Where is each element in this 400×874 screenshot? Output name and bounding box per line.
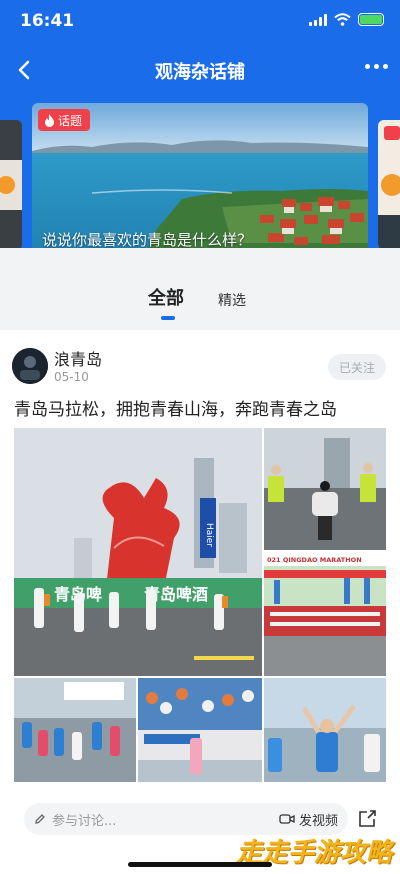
follow-button[interactable]: 已关注 — [328, 354, 386, 380]
post-video-label: 发视频 — [298, 813, 338, 829]
wifi-icon — [334, 13, 351, 26]
page-title: 观海杂话铺 — [155, 62, 245, 83]
status-bar: 16:41 — [0, 0, 400, 44]
post-date: 05-10 — [54, 370, 89, 384]
banner-next-preview[interactable] — [378, 120, 400, 250]
nav-bar: 观海杂话铺 — [0, 50, 400, 90]
topic-tag-label: 话题 — [58, 113, 83, 128]
banner-caption: 说说你最喜欢的青岛是什么样？ — [42, 231, 253, 249]
more-icon[interactable] — [365, 64, 388, 69]
comment-bar: 参与讨论... 发视频 — [24, 803, 348, 835]
photo-police-escort[interactable] — [264, 428, 386, 550]
banner-prev-preview[interactable] — [0, 120, 22, 250]
user-name[interactable]: 浪青岛 — [54, 346, 102, 370]
tabs-bar: 全部 精选 — [0, 248, 400, 328]
photo-marathon-monument[interactable]: Haier 青岛啤 青岛啤酒 — [14, 428, 262, 676]
fire-icon — [45, 113, 54, 127]
post-text[interactable]: 青岛马拉松，拥抱青春山海，奔跑青春之岛 — [14, 395, 337, 420]
comment-input[interactable]: 参与讨论... — [24, 803, 244, 835]
photo-runner-cheering[interactable] — [264, 678, 386, 782]
photo-marathon-title: 021 QINGDAO MARATHON — [267, 556, 362, 564]
video-camera-icon — [279, 814, 295, 824]
photo-runners-street[interactable] — [14, 678, 136, 782]
photo-flag-text: Haier — [204, 523, 214, 547]
post-video-button[interactable]: 发视频 — [279, 803, 338, 835]
signal-icon — [309, 13, 327, 26]
topic-tag: 话题 — [38, 109, 91, 131]
battery-icon — [358, 13, 384, 26]
home-indicator — [128, 862, 272, 867]
status-time: 16:41 — [20, 11, 75, 31]
avatar[interactable] — [12, 348, 48, 384]
post-card: 浪青岛 05-10 已关注 青岛马拉松，拥抱青春山海，奔跑青春之岛 Haier … — [0, 330, 400, 874]
active-tab-indicator — [161, 316, 175, 320]
comment-placeholder: 参与讨论... — [52, 813, 117, 829]
status-icons — [309, 13, 384, 26]
edit-icon — [35, 814, 45, 824]
tab-picked[interactable]: 精选 — [218, 290, 246, 310]
photo-runners-crowd[interactable] — [138, 678, 262, 782]
share-icon[interactable] — [356, 808, 378, 830]
topic-banner[interactable]: 话题 说说你最喜欢的青岛是什么样？ — [32, 103, 368, 265]
tab-all[interactable]: 全部 — [148, 284, 184, 310]
photo-marathon-start[interactable]: 021 QINGDAO MARATHON — [264, 552, 386, 676]
